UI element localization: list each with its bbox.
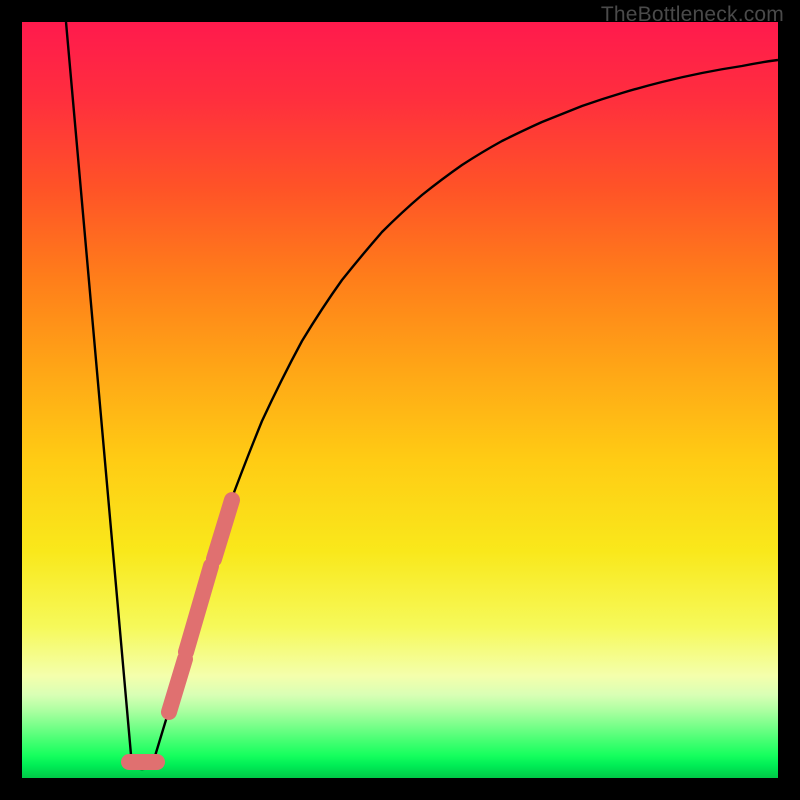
chart-svg — [22, 22, 778, 778]
bottleneck-curve-line — [66, 22, 778, 769]
chart-container: TheBottleneck.com — [0, 0, 800, 800]
watermark-text: TheBottleneck.com — [601, 3, 784, 27]
highlight-group — [129, 500, 232, 762]
highlight-seg-3 — [186, 566, 211, 652]
highlight-seg-2 — [169, 659, 185, 712]
highlight-seg-4 — [214, 500, 232, 559]
plot-area — [22, 22, 778, 778]
